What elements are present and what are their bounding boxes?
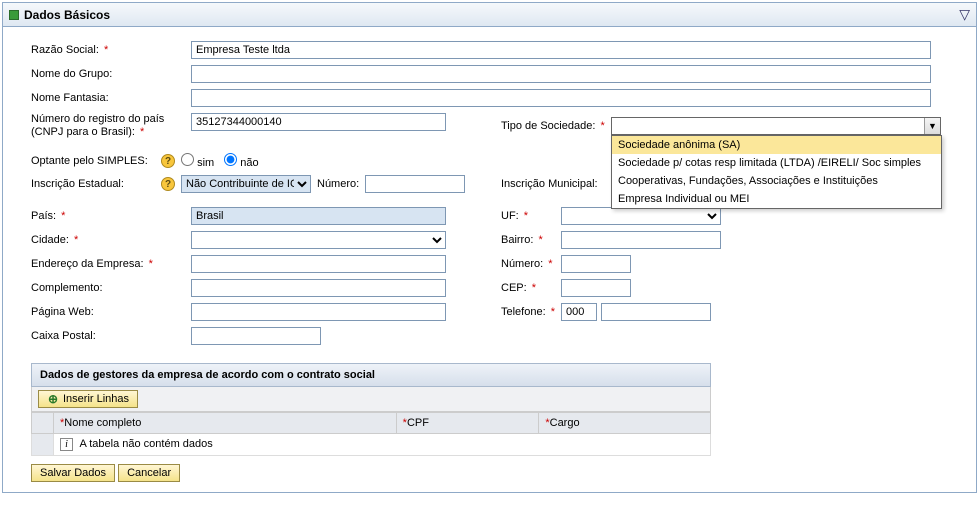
cidade-select[interactable] bbox=[191, 231, 446, 249]
row-selector-header bbox=[32, 413, 54, 434]
info-icon: i bbox=[60, 438, 73, 451]
endereco-input[interactable] bbox=[191, 255, 446, 273]
help-icon[interactable]: ? bbox=[161, 177, 175, 191]
form-area: Razão Social: * Nome do Grupo: Nome Fant… bbox=[3, 27, 976, 492]
salvar-button[interactable]: Salvar Dados bbox=[31, 464, 115, 482]
dropdown-option[interactable]: Sociedade anônima (SA) bbox=[612, 136, 941, 154]
collapse-icon[interactable]: ▽ bbox=[959, 6, 970, 23]
cancelar-button[interactable]: Cancelar bbox=[118, 464, 180, 482]
label-cep: CEP: * bbox=[501, 282, 561, 294]
inscricao-estadual-select[interactable]: Não Contribuinte de IC... bbox=[181, 175, 311, 193]
simples-radio-group: sim não bbox=[181, 153, 259, 169]
pais-input[interactable] bbox=[191, 207, 446, 225]
bairro-input[interactable] bbox=[561, 231, 721, 249]
simples-nao-option[interactable]: não bbox=[224, 153, 258, 169]
tipo-sociedade-dropdown: Sociedade anônima (SA) Sociedade p/ cota… bbox=[611, 135, 942, 209]
numero-input[interactable] bbox=[561, 255, 631, 273]
label-numero: Número: * bbox=[501, 258, 561, 270]
telefone-ddd-input[interactable] bbox=[561, 303, 597, 321]
label-pais: País: * bbox=[31, 210, 191, 222]
label-cidade: Cidade: * bbox=[31, 234, 191, 246]
panel-header: Dados Básicos ▽ bbox=[3, 3, 976, 27]
label-telefone: Telefone: * bbox=[501, 306, 561, 318]
caixa-postal-input[interactable] bbox=[191, 327, 321, 345]
complemento-input[interactable] bbox=[191, 279, 446, 297]
panel-status-icon bbox=[9, 10, 19, 20]
label-nome-grupo: Nome do Grupo: bbox=[31, 68, 191, 80]
dropdown-option[interactable]: Sociedade p/ cotas resp limitada (LTDA) … bbox=[612, 154, 941, 172]
dropdown-option[interactable]: Cooperativas, Fundações, Associações e I… bbox=[612, 172, 941, 190]
col-nome: *Nome completo bbox=[54, 413, 397, 434]
label-cnpj: Número do registro do país (CNPJ para o … bbox=[31, 113, 191, 139]
cep-input[interactable] bbox=[561, 279, 631, 297]
inserir-linhas-button[interactable]: ⊕ Inserir Linhas bbox=[38, 390, 138, 408]
gestores-toolbar: ⊕ Inserir Linhas bbox=[31, 387, 711, 412]
uf-select[interactable] bbox=[561, 207, 721, 225]
simples-sim-option[interactable]: sim bbox=[181, 153, 214, 169]
table-empty-row: i A tabela não contém dados bbox=[32, 434, 711, 456]
dropdown-option[interactable]: Empresa Individual ou MEI bbox=[612, 190, 941, 208]
label-inscricao-estadual: Inscrição Estadual: bbox=[31, 178, 161, 190]
label-pagina-web: Página Web: bbox=[31, 306, 191, 318]
gestores-header: Dados de gestores da empresa de acordo c… bbox=[31, 363, 711, 387]
label-complemento: Complemento: bbox=[31, 282, 191, 294]
telefone-numero-input[interactable] bbox=[601, 303, 711, 321]
pagina-web-input[interactable] bbox=[191, 303, 446, 321]
empty-table-text: A tabela não contém dados bbox=[79, 438, 212, 450]
label-bairro: Bairro: * bbox=[501, 234, 561, 246]
chevron-down-icon[interactable]: ▼ bbox=[924, 118, 940, 134]
insert-row-icon: ⊕ bbox=[47, 393, 59, 405]
razao-social-input[interactable] bbox=[191, 41, 931, 59]
tipo-sociedade-select[interactable]: ▼ bbox=[611, 117, 941, 135]
col-cargo: *Cargo bbox=[539, 413, 711, 434]
label-tipo-sociedade: Tipo de Sociedade: * bbox=[501, 120, 611, 132]
col-cpf: *CPF bbox=[396, 413, 539, 434]
nome-grupo-input[interactable] bbox=[191, 65, 931, 83]
cnpj-input[interactable] bbox=[191, 113, 446, 131]
label-uf: UF: * bbox=[501, 210, 561, 222]
gestores-table: *Nome completo *CPF *Cargo i A tabela nã… bbox=[31, 412, 711, 456]
label-razao-social: Razão Social: * bbox=[31, 44, 191, 56]
basic-data-panel: Dados Básicos ▽ Razão Social: * Nome do … bbox=[2, 2, 977, 493]
gestores-panel: Dados de gestores da empresa de acordo c… bbox=[31, 363, 711, 456]
label-simples: Optante pelo SIMPLES: bbox=[31, 155, 161, 167]
label-ie-numero: Número: bbox=[317, 178, 359, 190]
ie-numero-input[interactable] bbox=[365, 175, 465, 193]
panel-title: Dados Básicos bbox=[24, 8, 110, 22]
label-caixa-postal: Caixa Postal: bbox=[31, 330, 191, 342]
label-endereco: Endereço da Empresa: * bbox=[31, 258, 191, 270]
nome-fantasia-input[interactable] bbox=[191, 89, 931, 107]
label-inscricao-municipal: Inscrição Municipal: bbox=[501, 178, 611, 190]
footer-buttons: Salvar Dados Cancelar bbox=[31, 464, 958, 482]
label-nome-fantasia: Nome Fantasia: bbox=[31, 92, 191, 104]
help-icon[interactable]: ? bbox=[161, 154, 175, 168]
